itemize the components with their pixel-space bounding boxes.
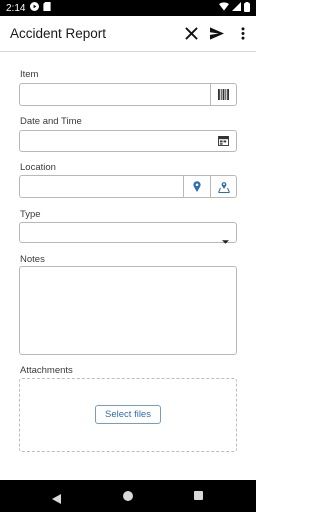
location-field bbox=[19, 175, 237, 198]
date-time-input[interactable] bbox=[20, 131, 210, 151]
status-time: 2:14 bbox=[6, 2, 26, 14]
item-label: Item bbox=[20, 69, 39, 80]
dropdown-arrow-icon bbox=[222, 231, 229, 249]
page-title: Accident Report bbox=[10, 26, 107, 41]
notes-textarea[interactable] bbox=[19, 266, 237, 355]
calendar-icon[interactable] bbox=[210, 131, 236, 151]
sd-card-icon bbox=[43, 2, 52, 14]
signal-icon bbox=[232, 2, 241, 14]
location-label: Location bbox=[20, 162, 56, 173]
type-label: Type bbox=[20, 209, 41, 220]
close-icon[interactable] bbox=[178, 21, 204, 47]
location-input[interactable] bbox=[20, 176, 183, 197]
app-bar: Accident Report bbox=[0, 16, 256, 52]
attachments-label: Attachments bbox=[20, 365, 73, 376]
home-icon[interactable] bbox=[123, 491, 133, 501]
item-field bbox=[19, 83, 237, 106]
send-icon[interactable] bbox=[204, 21, 230, 47]
barcode-icon[interactable] bbox=[210, 84, 236, 105]
recents-icon[interactable] bbox=[194, 491, 203, 500]
wifi-icon bbox=[219, 2, 229, 14]
status-bar: 2:14 bbox=[0, 0, 256, 16]
map-icon[interactable] bbox=[210, 176, 236, 197]
select-files-button[interactable]: Select files bbox=[95, 405, 161, 424]
back-icon[interactable] bbox=[52, 491, 61, 509]
item-input[interactable] bbox=[20, 84, 211, 105]
type-select[interactable] bbox=[19, 222, 237, 244]
more-vert-icon[interactable] bbox=[230, 21, 256, 47]
battery-icon bbox=[244, 1, 250, 15]
notes-label: Notes bbox=[20, 254, 45, 265]
date-time-field bbox=[19, 130, 237, 152]
play-icon bbox=[30, 2, 40, 14]
location-pin-icon[interactable] bbox=[183, 176, 209, 197]
nav-bar bbox=[0, 480, 256, 512]
date-time-label: Date and Time bbox=[20, 116, 82, 127]
